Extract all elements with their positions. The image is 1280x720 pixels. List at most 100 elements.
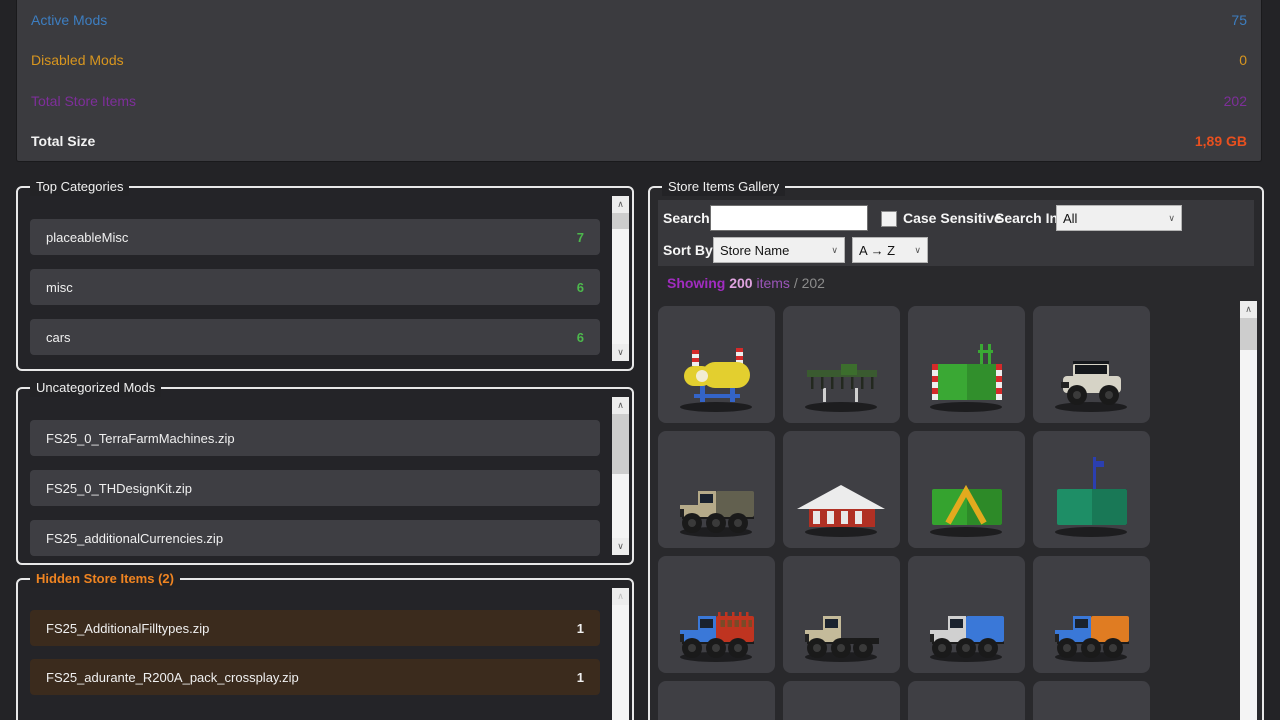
sort-direction-value: A → Z [859, 243, 895, 258]
category-row[interactable]: cars 6 [30, 319, 600, 355]
store-item-card[interactable] [1033, 306, 1150, 423]
store-item-card[interactable] [908, 306, 1025, 423]
green-striped-container-thumbnail [908, 306, 1025, 423]
store-item-card[interactable] [783, 431, 900, 548]
mod-row[interactable]: FS25_0_TerraFarmMachines.zip [30, 420, 600, 456]
teal-container-thumbnail [1033, 431, 1150, 548]
row-text: placeableMisc [46, 230, 128, 245]
store-item-card[interactable] [908, 556, 1025, 673]
store-item-card[interactable] [658, 306, 775, 423]
uncategorized-mods-group: Uncategorized Mods FS25_0_TerraFarmMachi… [16, 387, 634, 565]
stat-value: 1,89 GB [1195, 133, 1247, 149]
store-item-card[interactable] [783, 681, 900, 720]
hidden-mod-row[interactable]: FS25_adurante_R200A_pack_crossplay.zip 1 [30, 659, 600, 695]
store-item-card[interactable] [908, 681, 1025, 720]
case-sensitive-checkbox[interactable] [881, 211, 897, 227]
row-count: 7 [577, 230, 584, 245]
top-categories-scrollbar[interactable]: ∧ ∨ [612, 196, 629, 361]
store-item-card[interactable] [783, 306, 900, 423]
stat-label: Disabled Mods [31, 52, 124, 68]
showing-count: 200 [729, 275, 752, 291]
scrollbar-thumb[interactable] [612, 213, 629, 229]
yellow-sprayer-thumbnail [658, 306, 775, 423]
scrollbar-thumb[interactable] [612, 414, 629, 474]
sort-by-value: Store Name [720, 243, 789, 258]
scroll-up-icon[interactable]: ∧ [1240, 301, 1257, 318]
mod-row[interactable]: FS25_additionalCurrencies.zip [30, 520, 600, 556]
category-row[interactable]: placeableMisc 7 [30, 219, 600, 255]
search-input[interactable] [710, 205, 868, 231]
row-text: FS25_AdditionalFilltypes.zip [46, 621, 209, 636]
row-text: misc [46, 280, 73, 295]
stat-label: Active Mods [31, 12, 107, 28]
stat-row: Total Store Items202 [31, 81, 1247, 121]
scrollbar-thumb[interactable] [1240, 318, 1257, 350]
green-planter-thumbnail [783, 306, 900, 423]
scroll-down-icon[interactable]: ∨ [612, 344, 629, 361]
gallery-toolbar: Search Case Sensitive Search In All ∨ So… [658, 200, 1254, 266]
sort-direction-select[interactable]: A → Z ∨ [852, 237, 928, 263]
store-item-card[interactable] [1033, 556, 1150, 673]
showing-separator: / [794, 275, 798, 291]
showing-prefix: Showing [667, 275, 725, 291]
stat-value: 75 [1231, 12, 1247, 28]
row-count: 6 [577, 330, 584, 345]
case-sensitive-label: Case Sensitive [903, 210, 1002, 226]
chevron-down-icon: ∨ [1168, 213, 1175, 224]
red-building-thumbnail [783, 431, 900, 548]
search-in-value: All [1063, 211, 1077, 226]
store-item-card[interactable] [658, 681, 775, 720]
scroll-up-icon[interactable]: ∧ [612, 397, 629, 414]
search-in-label: Search In [995, 210, 1058, 226]
row-text: cars [46, 330, 71, 345]
search-in-select[interactable]: All ∨ [1056, 205, 1182, 231]
sort-by-label: Sort By [663, 242, 713, 258]
stat-value: 202 [1224, 93, 1247, 109]
scroll-down-icon[interactable]: ∨ [612, 538, 629, 555]
chevron-down-icon: ∨ [914, 245, 921, 256]
military-truck-thumbnail [658, 431, 775, 548]
store-item-card[interactable] [1033, 431, 1150, 548]
store-item-card[interactable] [658, 556, 775, 673]
hidden-store-items-group: Hidden Store Items (2) FS25_AdditionalFi… [16, 578, 634, 720]
search-label: Search [663, 210, 710, 226]
store-item-card[interactable] [783, 556, 900, 673]
row-count: 1 [577, 670, 584, 685]
mod-row[interactable]: FS25_0_THDesignKit.zip [30, 470, 600, 506]
top-categories-title: Top Categories [30, 178, 129, 196]
showing-unit: items [756, 275, 789, 291]
stat-row: Total Size 1,89 GB [31, 121, 1247, 161]
store-item-card[interactable] [658, 431, 775, 548]
top-categories-group: Top Categories placeableMisc7misc6cars6 … [16, 186, 634, 371]
row-count: 1 [577, 621, 584, 636]
gray-blue-dump-truck-thumbnail [908, 556, 1025, 673]
row-text: FS25_additionalCurrencies.zip [46, 531, 223, 546]
sort-by-select[interactable]: Store Name ∨ [713, 237, 845, 263]
tan-tractor-truck-thumbnail [783, 556, 900, 673]
blue-orange-truck-thumbnail [1033, 556, 1150, 673]
store-items-gallery-title: Store Items Gallery [662, 178, 785, 196]
row-text: FS25_0_TerraFarmMachines.zip [46, 431, 235, 446]
stat-row: Active Mods 75 [31, 0, 1247, 40]
chevron-down-icon: ∨ [831, 245, 838, 256]
scroll-up-icon[interactable]: ∧ [612, 588, 629, 605]
uncategorized-scrollbar[interactable]: ∧ ∨ [612, 397, 629, 555]
hidden-mod-row[interactable]: FS25_AdditionalFilltypes.zip 1 [30, 610, 600, 646]
uncategorized-mods-title: Uncategorized Mods [30, 379, 161, 397]
showing-status: Showing 200 items / 202 [667, 275, 825, 291]
store-item-card[interactable] [1033, 681, 1150, 720]
stat-label: Total Size [31, 133, 95, 149]
row-count: 6 [577, 280, 584, 295]
scroll-up-icon[interactable]: ∧ [612, 196, 629, 213]
hidden-store-items-title: Hidden Store Items (2) [30, 570, 180, 588]
category-row[interactable]: misc 6 [30, 269, 600, 305]
stats-panel: Active Mods75Disabled Mods0Total Store I… [16, 0, 1262, 162]
showing-total: 202 [802, 275, 825, 291]
white-suv-thumbnail [1033, 306, 1150, 423]
row-text: FS25_0_THDesignKit.zip [46, 481, 192, 496]
hidden-items-scrollbar[interactable]: ∧ [612, 588, 629, 720]
store-item-card[interactable] [908, 431, 1025, 548]
blue-log-truck-thumbnail [658, 556, 775, 673]
gallery-scrollbar[interactable]: ∧ [1240, 301, 1257, 720]
row-text: FS25_adurante_R200A_pack_crossplay.zip [46, 670, 299, 685]
